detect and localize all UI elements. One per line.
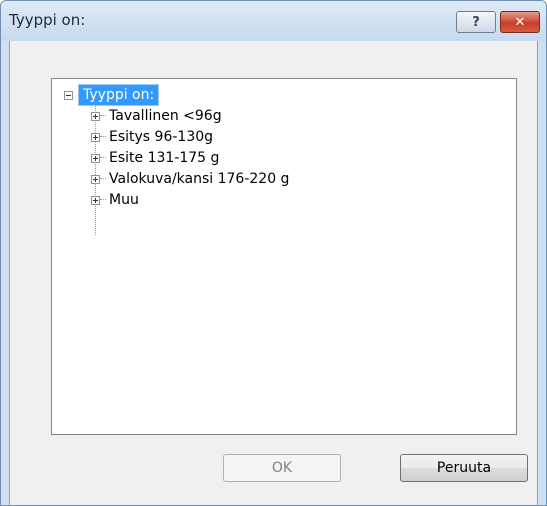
tree-item-tavallinen[interactable]: Tavallinen <96g (91, 106, 222, 126)
window-title: Tyyppi on: (9, 11, 86, 29)
expand-icon[interactable] (91, 195, 100, 205)
tree-root-node[interactable]: Tyyppi on: (64, 85, 159, 105)
title-bar[interactable]: Tyyppi on: ? ✕ (1, 1, 546, 41)
paper-type-tree[interactable]: Tyyppi on: Tavallinen <96g Esitys 96-130… (51, 78, 517, 435)
question-mark-icon: ? (472, 14, 480, 30)
collapse-icon[interactable] (64, 90, 73, 100)
expand-icon[interactable] (91, 153, 100, 163)
close-button[interactable]: ✕ (500, 11, 540, 33)
expand-icon[interactable] (91, 174, 100, 184)
tree-item-valokuva[interactable]: Valokuva/kansi 176-220 g (91, 169, 289, 189)
ok-button-label: OK (271, 460, 293, 476)
help-button[interactable]: ? (456, 11, 496, 33)
tree-root-label[interactable]: Tyyppi on: (78, 85, 159, 105)
tree-item-label[interactable]: Muu (109, 192, 139, 208)
tree-item-label[interactable]: Esite 131-175 g (109, 150, 219, 166)
dialog-body: Tyyppi on: Tavallinen <96g Esitys 96-130… (9, 41, 538, 505)
tree-item-label[interactable]: Valokuva/kansi 176-220 g (109, 171, 289, 187)
expand-icon[interactable] (91, 132, 100, 142)
expand-icon[interactable] (91, 111, 100, 121)
cancel-button[interactable]: Peruuta (400, 454, 528, 482)
ok-button[interactable]: OK (223, 454, 341, 482)
dialog-window: Tyyppi on: ? ✕ Tyyppi on: Tavallinen <96… (0, 0, 547, 506)
tree-item-esitys[interactable]: Esitys 96-130g (91, 127, 213, 147)
close-icon: ✕ (514, 14, 526, 30)
tree-item-esite[interactable]: Esite 131-175 g (91, 148, 219, 168)
tree-item-label[interactable]: Tavallinen <96g (109, 108, 222, 124)
cancel-button-label: Peruuta (436, 460, 492, 476)
tree-item-label[interactable]: Esitys 96-130g (109, 129, 213, 145)
tree-item-muu[interactable]: Muu (91, 190, 139, 210)
